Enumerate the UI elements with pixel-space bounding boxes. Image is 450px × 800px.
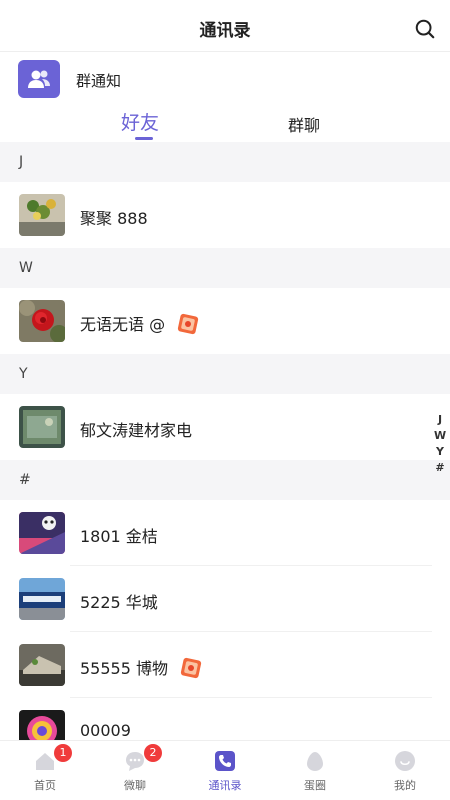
- tabbar-item-me[interactable]: 我的: [360, 741, 450, 800]
- unread-badge: 2: [144, 744, 162, 762]
- contacts-phone-icon: [215, 751, 235, 771]
- index-letter[interactable]: #: [434, 460, 446, 476]
- tabbar-item-home[interactable]: 1 首页: [0, 741, 90, 800]
- header: 通讯录: [0, 0, 450, 52]
- chat-bubble-icon: [126, 752, 144, 771]
- contact-name: 聚聚 888: [80, 209, 148, 228]
- contact-avatar: [19, 644, 65, 686]
- contact-name: 55555 博物: [80, 655, 203, 681]
- profile-smile-icon: [395, 751, 415, 771]
- group-notice-label: 群通知: [76, 72, 122, 90]
- tabbar-label: 我的: [394, 779, 416, 792]
- tabbar-label: 蛋圈: [304, 779, 326, 792]
- vip-badge-icon: [178, 313, 199, 334]
- contact-name: 1801 金桔: [80, 527, 158, 546]
- contact-row[interactable]: 55555 博物: [0, 632, 450, 698]
- tab-group-chats[interactable]: 群聊: [288, 112, 320, 136]
- contact-avatar: [19, 194, 65, 236]
- section-header-j: J: [0, 142, 450, 182]
- tabbar-label: 首页: [34, 779, 56, 792]
- home-icon: [36, 753, 54, 770]
- contact-name-text: 无语无语 @: [80, 315, 166, 334]
- contact-name: 郁文涛建材家电: [80, 421, 193, 440]
- group-notice-entry[interactable]: 群通知: [0, 58, 450, 102]
- contact-name-text: 55555 博物: [80, 659, 168, 678]
- vip-badge-icon: [180, 657, 202, 678]
- tab-friends[interactable]: 好友: [121, 108, 159, 135]
- contact-avatar: [19, 300, 65, 342]
- contact-row[interactable]: 无语无语 @: [0, 288, 450, 354]
- contact-row[interactable]: 郁文涛建材家电: [0, 394, 450, 460]
- contact-list: J 聚聚 888 W 无语无语 @ Y 郁文涛建材家电 # 1801 金桔 52…: [0, 142, 450, 764]
- active-tab-indicator: [135, 137, 153, 140]
- search-icon[interactable]: [414, 18, 436, 40]
- contact-avatar: [19, 578, 65, 620]
- unread-badge: 1: [54, 744, 72, 762]
- contact-name: 无语无语 @: [80, 311, 200, 337]
- contact-tabs: 好友 群聊: [0, 104, 450, 142]
- tabbar-label: 微聊: [124, 779, 146, 792]
- page-title: 通讯录: [199, 21, 251, 41]
- group-notice-icon: [18, 60, 60, 98]
- index-letter[interactable]: W: [434, 428, 446, 444]
- index-letter[interactable]: J: [434, 412, 446, 428]
- tabbar-item-contacts[interactable]: 通讯录: [180, 741, 270, 800]
- contact-avatar: [19, 406, 65, 448]
- contact-row[interactable]: 聚聚 888: [0, 182, 450, 248]
- section-header-y: Y: [0, 354, 450, 394]
- contact-row[interactable]: 5225 华城: [0, 566, 450, 632]
- section-header-hash: #: [0, 460, 450, 500]
- tabbar-item-moments[interactable]: 蛋圈: [270, 741, 360, 800]
- alphabet-index-bar[interactable]: J W Y #: [434, 412, 446, 476]
- contact-name: 5225 华城: [80, 593, 158, 612]
- contact-row[interactable]: 1801 金桔: [0, 500, 450, 566]
- tabbar-label: 通讯录: [208, 779, 242, 792]
- egg-icon: [307, 752, 323, 771]
- contact-avatar: [19, 512, 65, 554]
- index-letter[interactable]: Y: [434, 444, 446, 460]
- bottom-tab-bar: 1 首页 2 微聊 通讯录 蛋圈 我的: [0, 740, 450, 800]
- contact-name: 00009: [80, 721, 131, 740]
- section-header-w: W: [0, 248, 450, 288]
- tabbar-item-chat[interactable]: 2 微聊: [90, 741, 180, 800]
